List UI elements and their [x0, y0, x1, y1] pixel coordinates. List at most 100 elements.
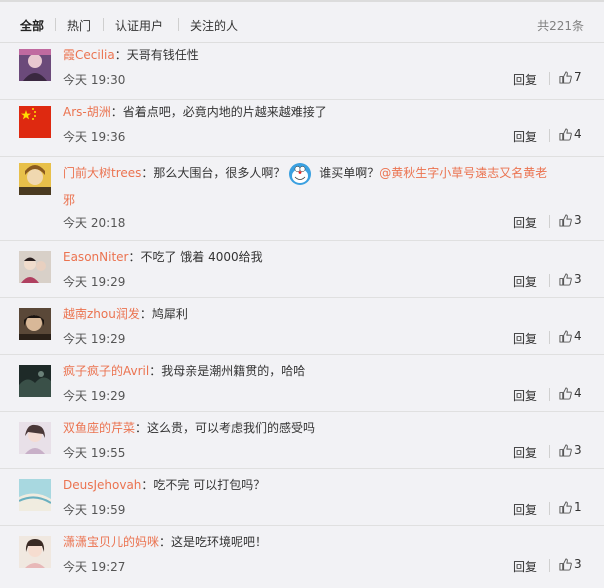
thumbs-up-icon [559, 330, 572, 343]
thumbs-up-icon [559, 273, 572, 286]
mention-link[interactable]: @黄秋生字小草号遠志又名黄老 [379, 166, 547, 180]
reply-button[interactable]: 回复 [513, 214, 537, 231]
comment-body: ：省着点吧，必竟内地的片越来越难接了 [110, 105, 327, 119]
comment-item: 疯子疯子的Avril：我母亲是潮州籍贯的，哈哈 今天 19:29 回复 4 [0, 354, 604, 412]
thumbs-up-icon [559, 558, 572, 571]
reply-button[interactable]: 回复 [513, 71, 537, 88]
avatar[interactable] [19, 163, 51, 195]
reply-button[interactable]: 回复 [513, 387, 537, 404]
action-divider [549, 445, 550, 458]
like-count: 4 [574, 127, 582, 141]
reply-button[interactable]: 回复 [513, 330, 537, 347]
like-count: 3 [574, 443, 582, 457]
like-count: 7 [574, 70, 582, 84]
tab-all[interactable]: 全部 [20, 17, 44, 34]
timestamp: 今天 19:59 [63, 503, 126, 517]
timestamp: 今天 19:27 [63, 560, 126, 574]
like-count: 4 [574, 329, 582, 343]
like-button[interactable]: 3 [559, 272, 582, 286]
reply-button[interactable]: 回复 [513, 128, 537, 145]
comment-item: DeusJehovah：吃不完 可以打包吗？ 今天 19:59 回复 1 [0, 468, 604, 526]
comment-item: 门前大树trees：那么大围台，很多人啊？ 谁买单啊？@黄秋生字小草号遠志又名黄… [0, 156, 604, 241]
comment-text: 门前大树trees：那么大围台，很多人啊？ 谁买单啊？@黄秋生字小草号遠志又名黄… [63, 160, 593, 214]
comment-item: 霞Cecilia：天哥有钱任性 今天 19:30 回复 7 [0, 42, 604, 100]
like-button[interactable]: 1 [559, 500, 582, 514]
like-button[interactable]: 3 [559, 443, 582, 457]
tab-following[interactable]: 关注的人 [190, 17, 238, 34]
action-divider [549, 129, 550, 142]
username-link[interactable]: 疯子疯子的Avril [63, 364, 149, 378]
action-divider [549, 388, 550, 401]
comment-body: ：天哥有钱任性 [114, 48, 199, 62]
comment-text: 越南zhou润发：鸠犀利 [63, 301, 593, 327]
avatar[interactable] [19, 422, 51, 454]
comment-item: 越南zhou润发：鸠犀利 今天 19:29 回复 4 [0, 297, 604, 355]
reply-button[interactable]: 回复 [513, 444, 537, 461]
comment-text: EasonNiter：不吃了 饿着 4000给我 [63, 244, 593, 270]
like-count: 1 [574, 500, 582, 514]
username-link[interactable]: 越南zhou润发 [63, 307, 140, 321]
tab-hot[interactable]: 热门 [67, 17, 91, 34]
avatar[interactable] [19, 251, 51, 283]
tab-divider [178, 18, 179, 31]
action-divider [549, 72, 550, 85]
avatar[interactable] [19, 308, 51, 340]
timestamp: 今天 19:29 [63, 332, 126, 346]
username-link[interactable]: 双鱼座的芹菜 [63, 421, 135, 435]
action-divider [549, 215, 550, 228]
username-link[interactable]: 门前大树trees [63, 166, 141, 180]
thumbs-up-icon [559, 214, 572, 227]
avatar[interactable] [19, 106, 51, 138]
comment-text: 疯子疯子的Avril：我母亲是潮州籍贯的，哈哈 [63, 358, 593, 384]
username-link[interactable]: Ars-胡洲 [63, 105, 111, 119]
comment-body: ：不吃了 饿着 4000给我 [128, 250, 263, 264]
avatar[interactable] [19, 49, 51, 81]
comment-body: ：吃不完 可以打包吗？ [141, 478, 266, 492]
action-divider [549, 274, 550, 287]
total-count: 共221条 [537, 19, 584, 33]
mention-link[interactable]: 邪 [63, 193, 75, 207]
action-divider [549, 331, 550, 344]
username-link[interactable]: 潇潇宝贝儿的妈咪 [63, 535, 159, 549]
reply-button[interactable]: 回复 [513, 501, 537, 518]
timestamp: 今天 19:36 [63, 130, 126, 144]
comment-text: 潇潇宝贝儿的妈咪：这是吃环境呢吧！ [63, 529, 593, 555]
tab-divider [103, 18, 104, 31]
reply-button[interactable]: 回复 [513, 558, 537, 575]
tab-divider [55, 18, 56, 31]
timestamp: 今天 19:29 [63, 389, 126, 403]
comment-body: ：这是吃环境呢吧！ [159, 535, 268, 549]
avatar[interactable] [19, 365, 51, 397]
comment-body: ：那么大围台，很多人啊？ [141, 166, 286, 180]
action-divider [549, 559, 550, 572]
thumbs-up-icon [559, 444, 572, 457]
like-button[interactable]: 7 [559, 70, 582, 84]
like-button[interactable]: 4 [559, 329, 582, 343]
comment-panel: 全部 热门 认证用户 关注的人 共221条 霞Cecilia：天哥有钱任性 今天… [0, 0, 604, 588]
comment-body: 谁买单啊？ [315, 166, 380, 180]
like-button[interactable]: 4 [559, 127, 582, 141]
reply-button[interactable]: 回复 [513, 273, 537, 290]
avatar[interactable] [19, 536, 51, 568]
avatar[interactable] [19, 479, 51, 511]
like-button[interactable]: 3 [559, 213, 582, 227]
tab-verified[interactable]: 认证用户 [115, 17, 163, 34]
top-border [0, 0, 604, 2]
username-link[interactable]: EasonNiter [63, 250, 128, 264]
comment-text: Ars-胡洲：省着点吧，必竟内地的片越来越难接了 [63, 99, 593, 125]
comment-body: ：鸠犀利 [139, 307, 188, 321]
like-count: 3 [574, 272, 582, 286]
comment-item: EasonNiter：不吃了 饿着 4000给我 今天 19:29 回复 3 [0, 240, 604, 298]
comment-text: 双鱼座的芹菜：这么贵，可以考虑我们的感受吗 [63, 415, 593, 441]
like-button[interactable]: 4 [559, 386, 582, 400]
action-divider [549, 502, 550, 515]
comment-body: ：我母亲是潮州籍贯的，哈哈 [149, 364, 306, 378]
like-button[interactable]: 3 [559, 557, 582, 571]
thumbs-up-icon [559, 387, 572, 400]
comment-item: Ars-胡洲：省着点吧，必竟内地的片越来越难接了 今天 19:36 回复 4 [0, 99, 604, 157]
username-link[interactable]: 霞Cecilia [63, 48, 115, 62]
like-count: 3 [574, 213, 582, 227]
comment-body: ：这么贵，可以考虑我们的感受吗 [135, 421, 316, 435]
username-link[interactable]: DeusJehovah [63, 478, 141, 492]
like-count: 3 [574, 557, 582, 571]
